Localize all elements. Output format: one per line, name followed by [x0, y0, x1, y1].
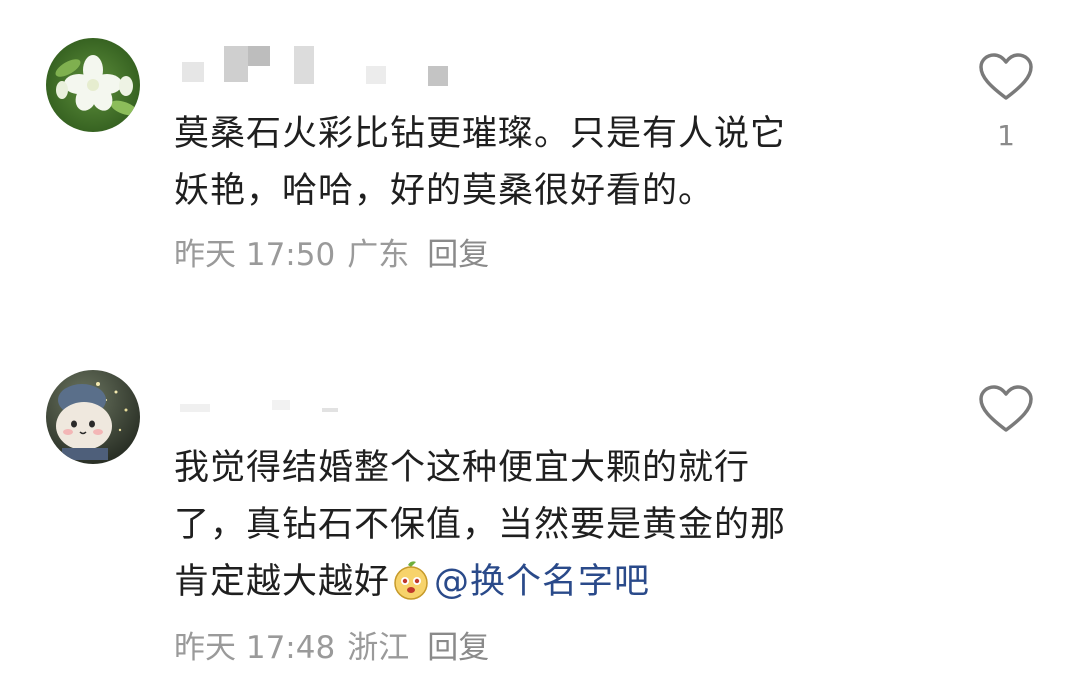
username-redacted[interactable]: [176, 40, 476, 86]
comment-text-line: 肯定越大越好: [174, 562, 391, 602]
like-count: 1: [997, 119, 1015, 152]
comment-location: 浙江: [347, 630, 410, 666]
comment-text-line: 我觉得结婚整个这种便宜大颗的就行: [174, 448, 751, 488]
comment-text-line: 妖艳，哈哈，好的莫桑很好看的。: [174, 171, 715, 211]
like-button[interactable]: [978, 384, 1034, 434]
comment-meta: 昨天 17:50 广东 回复: [174, 235, 489, 275]
avatar[interactable]: [46, 370, 140, 464]
comment-text: 莫桑石火彩比钻更璀璨。只是有人说它 妖艳，哈哈，好的莫桑很好看的。: [174, 106, 914, 220]
like-button[interactable]: 1: [978, 52, 1034, 152]
comment-time: 昨天 17:48: [174, 630, 336, 666]
heart-outline-icon: [979, 53, 1033, 100]
comment-text-line: 莫桑石火彩比钻更璀璨。只是有人说它: [174, 114, 787, 154]
avatar[interactable]: [46, 38, 140, 132]
comment-text-line: 了，真钻石不保值，当然要是黄金的那: [174, 505, 787, 545]
comment-location: 广东: [347, 237, 410, 273]
comment-time: 昨天 17:50: [174, 237, 336, 273]
plush-toy-avatar-icon: [46, 370, 140, 464]
reply-button[interactable]: 回复: [427, 628, 489, 668]
heart-outline-icon: [979, 385, 1033, 432]
comment-text: 我觉得结婚整个这种便宜大颗的就行 了，真钻石不保值，当然要是黄金的那 肯定越大越…: [174, 440, 914, 611]
username-redacted[interactable]: [176, 390, 476, 430]
reply-button[interactable]: 回复: [427, 235, 489, 275]
comment-item: 莫桑石火彩比钻更璀璨。只是有人说它 妖艳，哈哈，好的莫桑很好看的。 昨天 17:…: [0, 0, 1080, 330]
jasmine-flower-icon: [46, 38, 140, 132]
comment-meta: 昨天 17:48 浙江 回复: [174, 628, 489, 668]
peach-face-emoji-icon: [394, 561, 428, 600]
mention-link[interactable]: @换个名字吧: [434, 562, 650, 602]
comment-item: 我觉得结婚整个这种便宜大颗的就行 了，真钻石不保值，当然要是黄金的那 肯定越大越…: [0, 360, 1080, 699]
